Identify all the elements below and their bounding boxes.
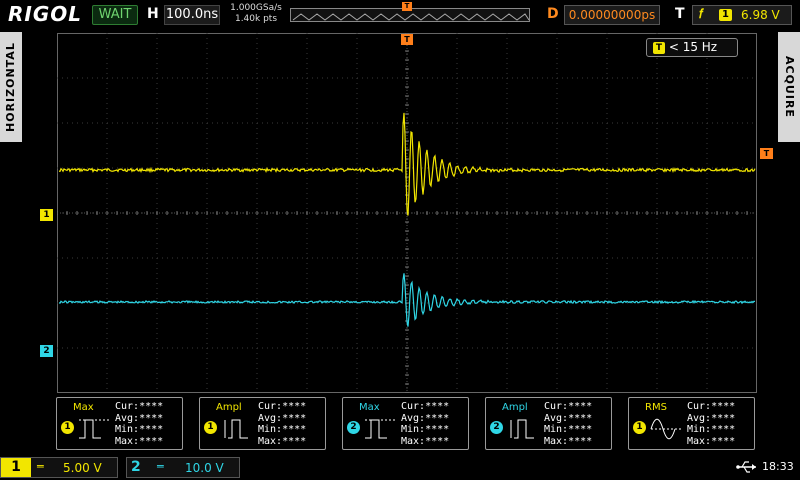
trigger-level: 6.98 V xyxy=(741,8,780,22)
ch1-scale: 5.00 V xyxy=(63,461,102,475)
ch2-settings[interactable]: 2 ═ 10.0 V xyxy=(126,457,240,478)
channel-badge: 1 xyxy=(204,421,217,434)
measurement-ch2-ampl[interactable]: Ampl 2 Cur:**** Avg:**** Min:**** Max:**… xyxy=(485,397,612,450)
memory-waveform-thumbnail xyxy=(292,13,529,21)
sine-wave-icon xyxy=(650,418,681,440)
channel-badge: 2 xyxy=(490,421,503,434)
trigger-label: T xyxy=(675,6,685,22)
ch1-offset-marker[interactable]: 1 xyxy=(40,209,53,221)
max-pulse-icon xyxy=(365,419,395,439)
measurement-values: Cur:**** Avg:**** Min:**** Max:**** xyxy=(258,401,307,447)
trigger-position-marker[interactable]: T xyxy=(401,34,413,45)
channel-badge: 2 xyxy=(347,421,360,434)
brand-logo: RIGOL xyxy=(8,2,83,26)
sample-info: 1.000GSa/s 1.40k pts xyxy=(226,3,286,25)
horizontal-label: H xyxy=(147,6,159,22)
delay-label: D xyxy=(547,6,559,22)
trigger-level-marker[interactable]: T xyxy=(760,148,773,159)
measurement-name: Max xyxy=(73,402,94,413)
amplitude-pulse-icon xyxy=(510,419,534,439)
rising-edge-icon: 𝑓 xyxy=(699,7,704,22)
trigger-settings[interactable]: 𝑓 1 6.98 V xyxy=(692,5,792,25)
waveform-display[interactable] xyxy=(57,33,757,393)
max-pulse-icon xyxy=(79,419,109,439)
delay-value[interactable]: 0.00000000ps xyxy=(564,5,660,25)
frequency-value: < 15 Hz xyxy=(668,40,718,54)
measurement-name: RMS xyxy=(645,402,667,413)
acquire-menu-tab[interactable]: ACQUIRE xyxy=(778,32,800,142)
ch2-number: 2 xyxy=(131,459,141,475)
ch1-settings[interactable]: 1 ═ 5.00 V xyxy=(0,457,118,478)
top-status-bar: RIGOL WAIT H 100.0ns 1.000GSa/s 1.40k pt… xyxy=(0,0,800,30)
dc-coupling-icon: ═ xyxy=(37,460,44,473)
timebase-value[interactable]: 100.0ns xyxy=(164,5,220,25)
measurement-values: Cur:**** Avg:**** Min:**** Max:**** xyxy=(115,401,164,447)
measurement-ch1-ampl[interactable]: Ampl 1 Cur:**** Avg:**** Min:**** Max:**… xyxy=(199,397,326,450)
channel-badge: 1 xyxy=(61,421,74,434)
ch2-trace xyxy=(58,273,756,327)
memory-trigger-marker: T xyxy=(402,2,412,11)
measurement-name: Ampl xyxy=(502,402,528,413)
measurement-values: Cur:**** Avg:**** Min:**** Max:**** xyxy=(544,401,593,447)
measurement-values: Cur:**** Avg:**** Min:**** Max:**** xyxy=(401,401,450,447)
measurement-name: Max xyxy=(359,402,380,413)
channel-status-bar: 1 ═ 5.00 V 2 ═ 10.0 V 18:33 xyxy=(0,455,800,480)
measurement-ch1-rms[interactable]: RMS 1 Cur:**** Avg:**** Min:**** Max:***… xyxy=(628,397,755,450)
usb-icon xyxy=(736,461,756,473)
measurement-values: Cur:**** Avg:**** Min:**** Max:**** xyxy=(687,401,736,447)
dc-coupling-icon: ═ xyxy=(157,460,164,473)
ch1-number: 1 xyxy=(1,458,31,477)
ch2-offset-marker[interactable]: 2 xyxy=(40,345,53,357)
waveform-grid xyxy=(57,33,757,393)
memory-depth: 1.40k pts xyxy=(234,14,278,24)
horizontal-menu-tab[interactable]: HORIZONTAL xyxy=(0,32,22,142)
measurement-ch2-max[interactable]: Max 2 Cur:**** Avg:**** Min:**** Max:***… xyxy=(342,397,469,450)
measurement-name: Ampl xyxy=(216,402,242,413)
frequency-counter[interactable]: T < 15 Hz xyxy=(646,38,738,57)
ch2-scale: 10.0 V xyxy=(185,461,224,475)
trigger-source-badge: 1 xyxy=(719,9,732,21)
sample-rate: 1.000GSa/s xyxy=(230,3,282,13)
channel-badge: 1 xyxy=(633,421,646,434)
system-clock: 18:33 xyxy=(762,460,794,473)
trigger-badge: T xyxy=(653,41,665,54)
amplitude-pulse-icon xyxy=(224,419,248,439)
measurement-ch1-max[interactable]: Max 1 Cur:**** Avg:**** Min:**** Max:***… xyxy=(56,397,183,450)
run-status-badge[interactable]: WAIT xyxy=(92,5,138,25)
